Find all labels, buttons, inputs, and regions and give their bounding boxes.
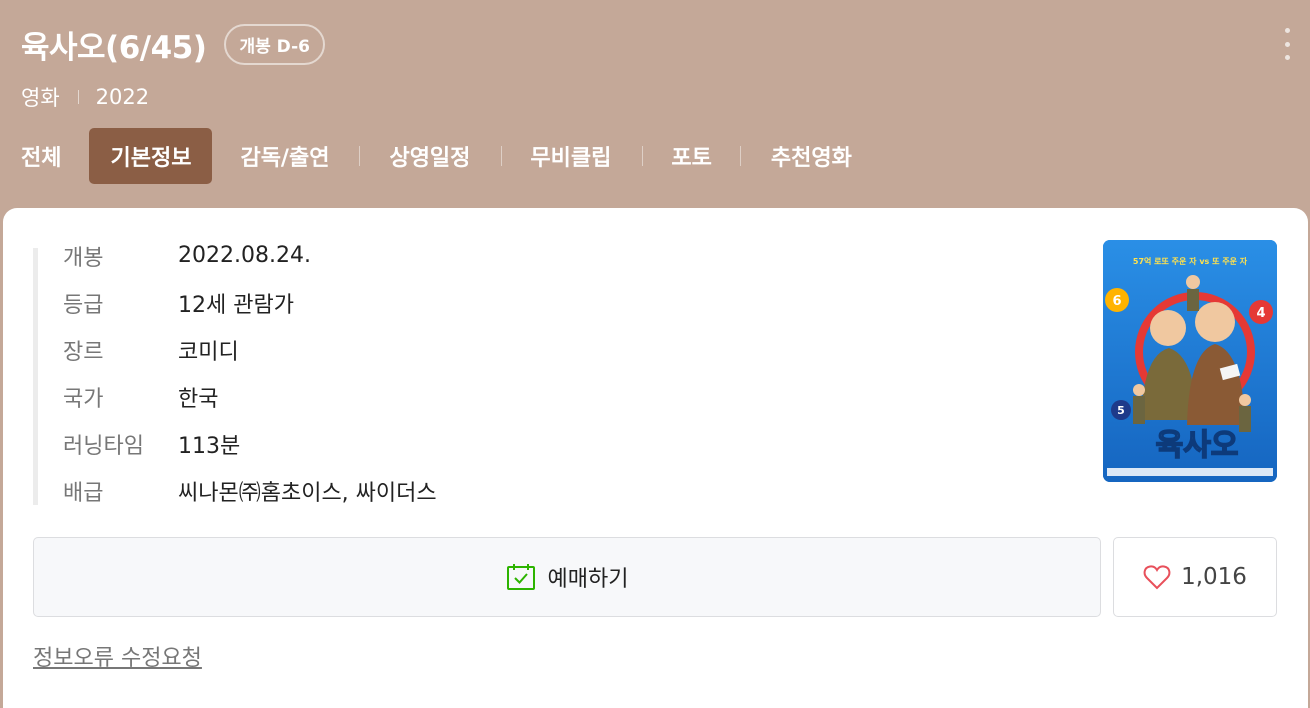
like-count: 1,016 [1181,564,1247,590]
info-value: 12세 관람가 [178,292,294,318]
page-title: 육사오(6/45) [21,30,207,66]
like-button[interactable]: 1,016 [1113,537,1277,617]
calendar-check-icon [506,564,535,590]
info-label: 국가 [63,386,104,412]
info-label: 장르 [63,339,104,365]
tab-photo[interactable]: 포토 [671,128,711,184]
movie-poster[interactable]: 57억 로또 주운 자 vs 또 주운 자 6 4 5 육사오 [1103,240,1277,482]
tab-schedule[interactable]: 상영일정 [389,128,470,184]
more-vertical-icon[interactable] [1282,28,1292,60]
more-dot [1284,55,1290,60]
year-label: 2022 [95,85,150,109]
poster-tagline: 57억 로또 주운 자 vs 또 주운 자 [1133,256,1248,266]
heart-icon [1143,565,1171,590]
info-card: 개봉 2022.08.24. 등급 12세 관람가 장르 코미디 국가 한국 러… [3,208,1308,708]
info-value: 씨나몬㈜홈초이스, 싸이더스 [178,480,437,506]
tab-recommended[interactable]: 추천영화 [771,128,852,184]
tab-all[interactable]: 전체 [21,128,61,184]
category-label: 영화 [21,86,60,110]
lotto-ball-number: 5 [1117,404,1125,417]
tab-divider [359,146,361,166]
tab-divider [501,146,503,166]
info-label: 등급 [63,292,104,318]
info-label: 개봉 [63,245,104,271]
lotto-ball-number: 4 [1256,306,1265,321]
tab-divider [642,146,644,166]
tab-bar: 전체 기본정보 감독/출연 상영일정 무비클립 포토 추천영화 [0,128,852,184]
more-dot [1284,28,1290,33]
info-value: 코미디 [178,339,239,365]
reserve-button[interactable]: 예매하기 [33,537,1101,617]
report-error-link[interactable]: 정보오류 수정요청 [33,640,202,672]
poster-title: 육사오 [1156,428,1239,463]
info-value: 2022.08.24. [178,243,311,268]
tab-divider [739,146,741,166]
info-list: 개봉 2022.08.24. 등급 12세 관람가 장르 코미디 국가 한국 러… [33,243,437,506]
lotto-ball-number: 6 [1112,294,1121,309]
reserve-label: 예매하기 [547,567,629,592]
poster-image: 57억 로또 주운 자 vs 또 주운 자 6 4 5 육사오 [1103,240,1277,482]
tab-movie-clip[interactable]: 무비클립 [530,128,611,184]
info-label: 러닝타임 [63,433,144,459]
tab-basic-info[interactable]: 기본정보 [89,128,213,184]
more-dot [1284,41,1290,47]
info-value: 한국 [178,386,219,412]
meta-divider [77,90,79,104]
meta-row: 영화 2022 [21,82,149,112]
info-label: 배급 [63,480,104,506]
title-row: 육사오(6/45) 개봉 D-6 [21,22,325,67]
header: 육사오(6/45) 개봉 D-6 영화 2022 전체 기본정보 감독/출연 상… [0,0,1310,208]
tab-director-cast[interactable]: 감독/출연 [240,128,329,184]
release-dday-badge: 개봉 D-6 [224,24,325,65]
info-value: 113분 [178,433,241,459]
